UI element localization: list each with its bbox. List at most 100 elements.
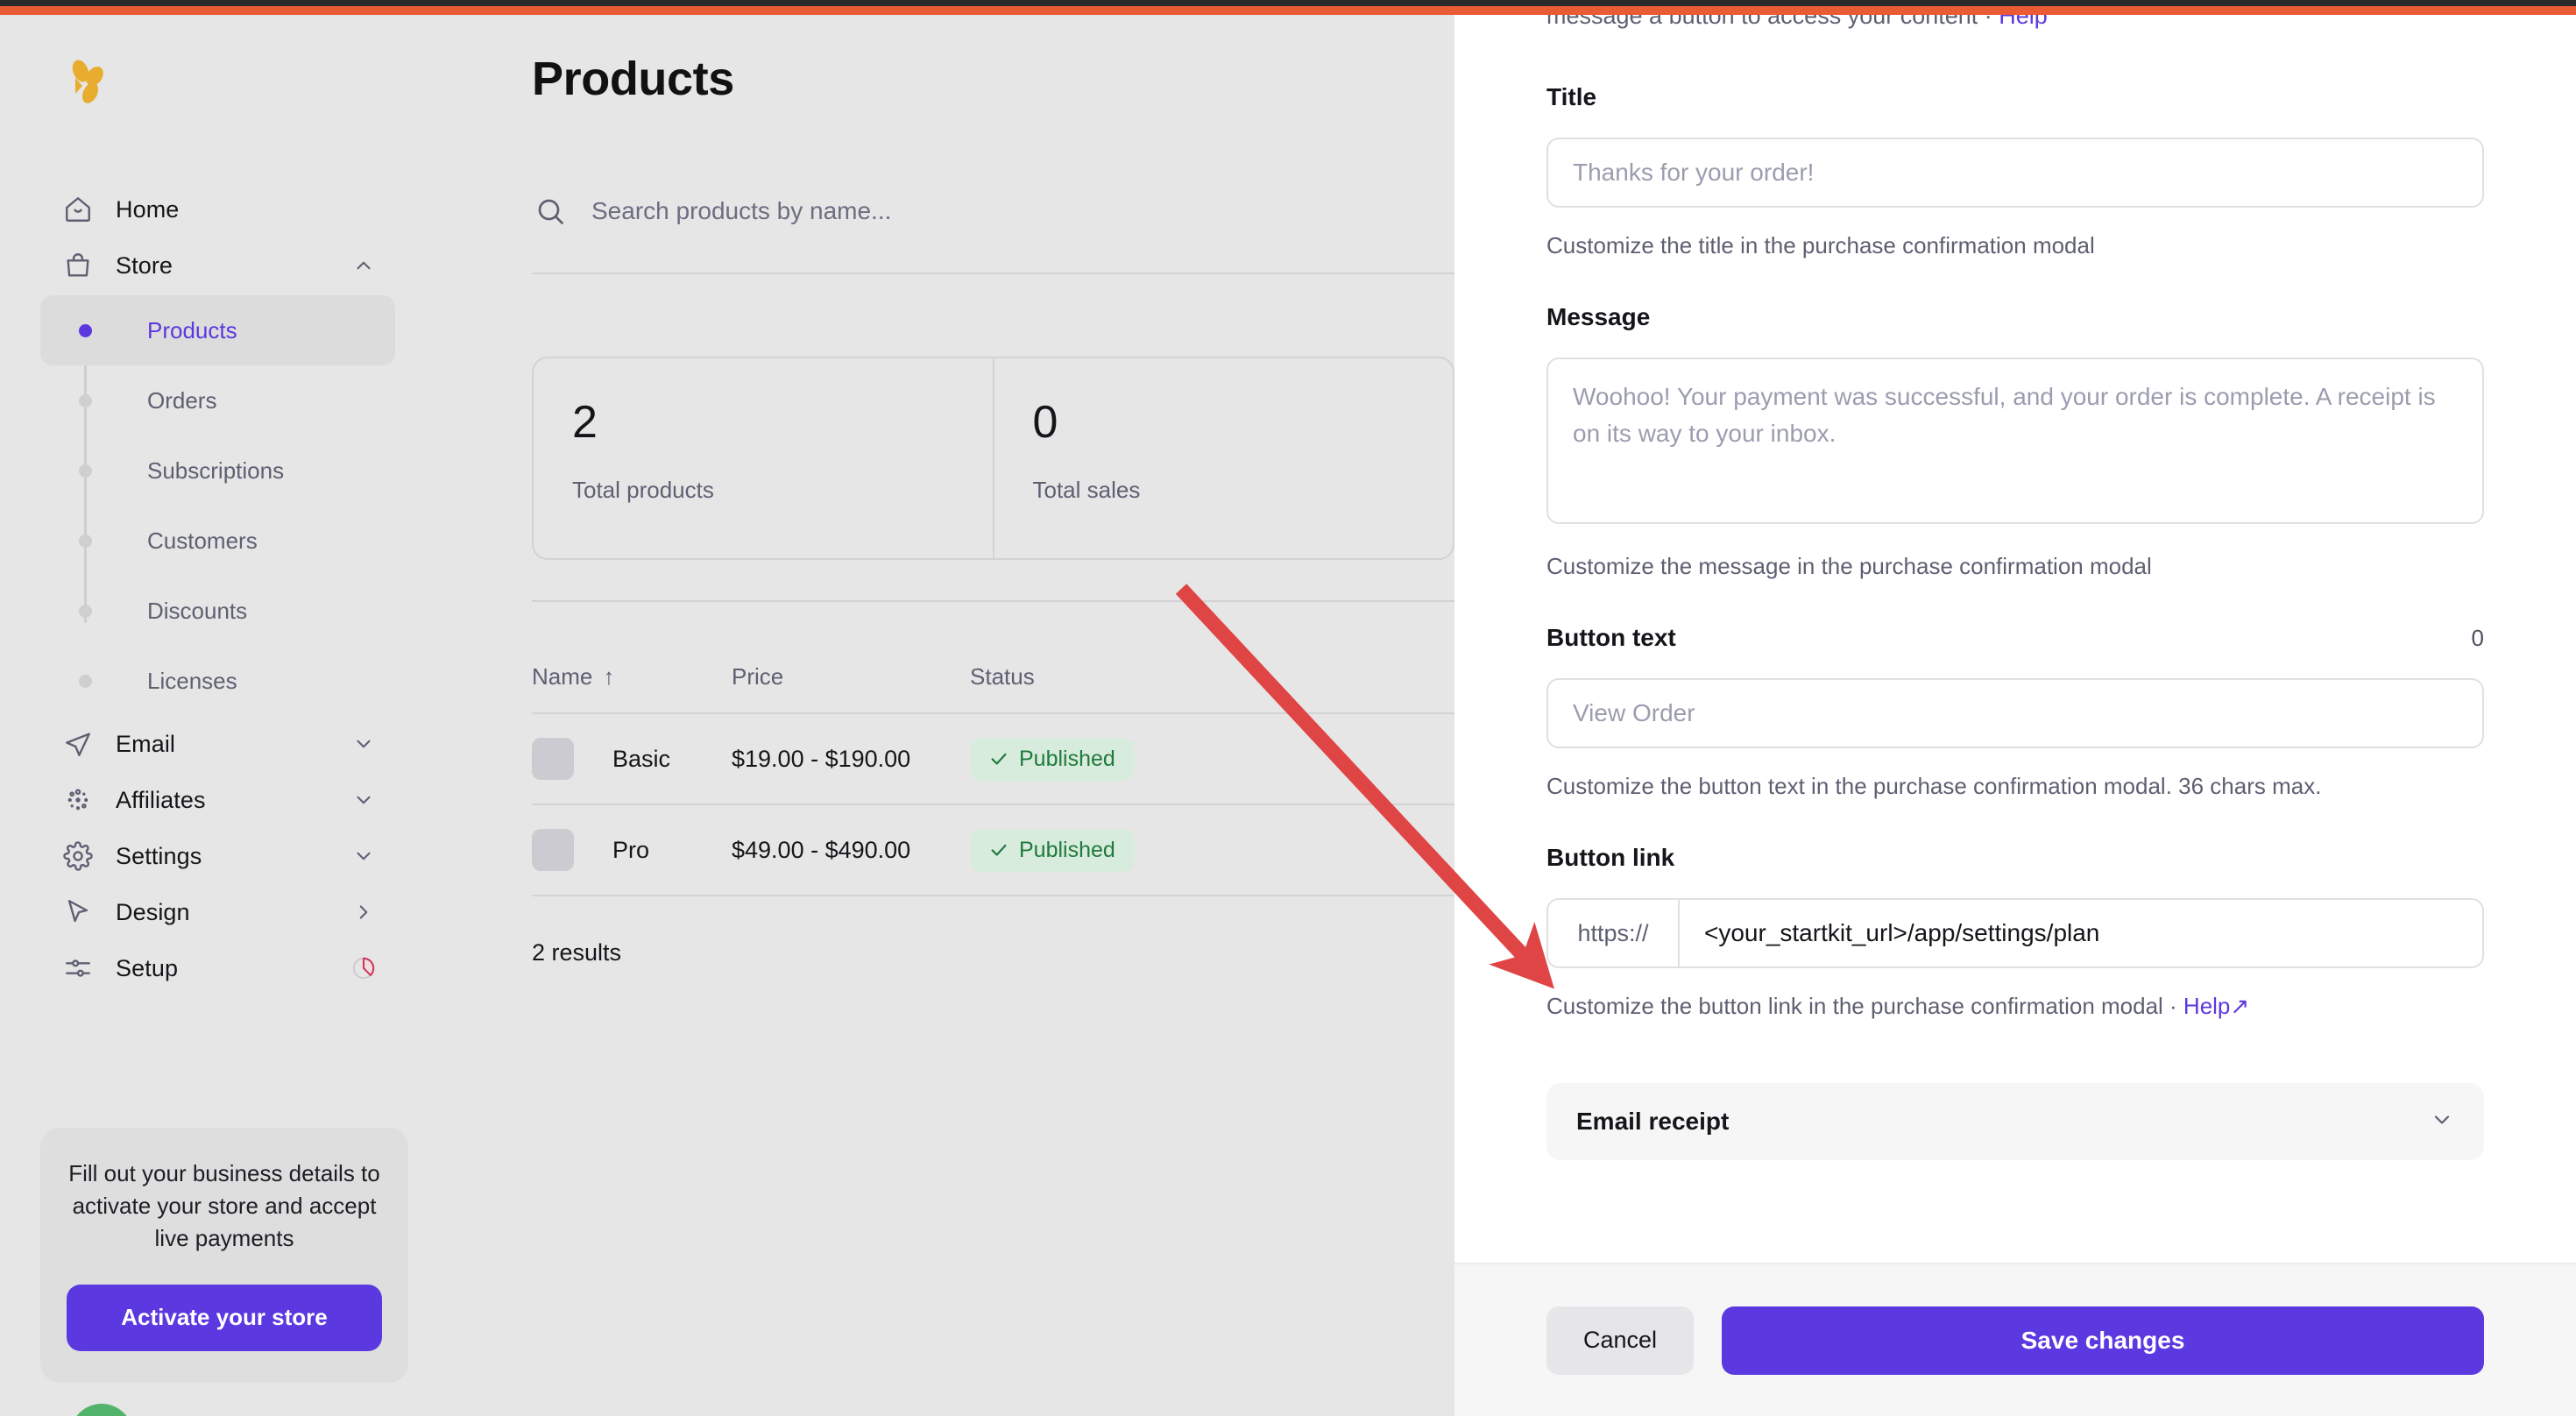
button-link-field-label: Button link — [1546, 844, 1674, 872]
message-field-help: Customize the message in the purchase co… — [1546, 553, 2484, 580]
message-textarea[interactable] — [1546, 358, 2484, 524]
column-header-name[interactable]: Name ↑ — [532, 663, 732, 690]
product-name: Pro — [612, 837, 649, 864]
button-link-input[interactable] — [1680, 900, 2482, 966]
gear-icon — [60, 838, 96, 874]
search-bar[interactable] — [532, 173, 1417, 250]
button-text-field-label: Button text — [1546, 624, 1676, 652]
column-header-status[interactable]: Status — [970, 663, 1454, 690]
sidebar-item-setup[interactable]: Setup — [40, 940, 395, 996]
message-field-head: Message — [1546, 303, 2484, 331]
button-text-field-head: Button text 0 — [1546, 624, 2484, 652]
sidebar-item-customers[interactable]: Customers — [40, 506, 395, 576]
button-link-field-group: Button link https:// Customize the butto… — [1546, 844, 2484, 1020]
sidebar-item-discounts[interactable]: Discounts — [40, 576, 395, 646]
table-row[interactable]: Basic $19.00 - $190.00 Published — [532, 714, 1454, 805]
sidebar: Home Store Pr — [0, 15, 435, 1416]
chevron-down-icon[interactable] — [351, 788, 376, 812]
sidebar-item-label: Settings — [116, 843, 202, 870]
table-row[interactable]: Pro $49.00 - $490.00 Published — [532, 805, 1454, 896]
chevron-down-icon[interactable] — [351, 732, 376, 756]
sidebar-item-home[interactable]: Home — [40, 181, 395, 237]
drawer-footer: Cancel Save changes — [1454, 1263, 2576, 1416]
avatar[interactable] — [70, 1404, 133, 1416]
bullet-dot-icon — [79, 464, 92, 478]
sidebar-item-orders[interactable]: Orders — [40, 365, 395, 435]
sidebar-item-label: Affiliates — [116, 787, 206, 814]
button-text-char-counter: 0 — [2472, 625, 2484, 652]
petal-logo[interactable] — [63, 57, 116, 110]
scrolled-help-note: message a button to access your content … — [1546, 15, 2423, 30]
sidebar-item-label: Email — [116, 731, 175, 758]
table-header: Name ↑ Price Status — [532, 641, 1454, 714]
column-label: Name — [532, 663, 592, 690]
chevron-right-icon[interactable] — [351, 900, 376, 924]
message-field-label: Message — [1546, 303, 1650, 331]
title-field-group: Title Customize the title in the purchas… — [1546, 83, 2484, 259]
home-icon — [60, 191, 96, 228]
email-receipt-accordion[interactable]: Email receipt — [1546, 1083, 2484, 1160]
button-link-field-help: Customize the button link in the purchas… — [1546, 993, 2484, 1020]
status-label: Published — [1019, 747, 1115, 772]
bullet-dot-icon — [79, 535, 92, 548]
sidebar-item-email[interactable]: Email — [40, 716, 395, 772]
shopping-bag-icon — [60, 247, 96, 284]
product-thumbnail — [532, 829, 574, 871]
title-input[interactable] — [1546, 138, 2484, 208]
sidebar-item-label: Orders — [147, 387, 216, 414]
status-label: Published — [1019, 838, 1115, 863]
sidebar-item-design[interactable]: Design — [40, 884, 395, 940]
sidebar-item-label: Store — [116, 252, 173, 280]
save-changes-button[interactable]: Save changes — [1722, 1306, 2484, 1375]
stats-cards: 2 Total products 0 Total sales — [532, 357, 1454, 560]
status-badge: Published — [970, 738, 1135, 781]
message-field-group: Message Customize the message in the pur… — [1546, 303, 2484, 580]
button-link-help-text: Customize the button link in the purchas… — [1546, 993, 2183, 1019]
chevron-down-icon[interactable] — [351, 844, 376, 868]
sidebar-item-label: Discounts — [147, 598, 247, 625]
help-link[interactable]: Help — [1999, 15, 2048, 29]
product-status-cell: Published — [970, 738, 1454, 781]
activate-store-text: Fill out your business details to activa… — [67, 1158, 382, 1255]
sidebar-item-store[interactable]: Store — [40, 237, 395, 294]
settings-drawer: message a button to access your content … — [1454, 15, 2576, 1416]
button-link-field-head: Button link — [1546, 844, 2484, 872]
chevron-up-icon[interactable] — [351, 253, 376, 278]
setup-progress-pie-icon — [351, 956, 376, 981]
divider — [532, 273, 1454, 274]
product-name-cell: Basic — [532, 738, 732, 780]
network-dots-icon — [60, 782, 96, 818]
stat-card-total-products: 2 Total products — [534, 358, 993, 558]
stat-label: Total products — [572, 477, 954, 504]
product-name-cell: Pro — [532, 829, 732, 871]
button-text-field-group: Button text 0 Customize the button text … — [1546, 624, 2484, 800]
status-badge: Published — [970, 829, 1135, 872]
bullet-dot-icon — [79, 605, 92, 618]
url-protocol-prefix: https:// — [1548, 900, 1680, 966]
stat-card-total-sales: 0 Total sales — [993, 358, 1454, 558]
paper-plane-icon — [60, 726, 96, 762]
sidebar-item-subscriptions[interactable]: Subscriptions — [40, 435, 395, 506]
help-link[interactable]: Help↗ — [2183, 993, 2249, 1019]
sidebar-item-settings[interactable]: Settings — [40, 828, 395, 884]
title-field-head: Title — [1546, 83, 2484, 111]
app-root: Home Store Pr — [0, 0, 2576, 1416]
cursor-arrow-icon — [60, 894, 96, 931]
bullet-dot-icon — [79, 324, 92, 337]
sidebar-item-label: Customers — [147, 527, 258, 555]
cancel-button[interactable]: Cancel — [1546, 1306, 1694, 1375]
browser-orange-bar — [0, 6, 2576, 15]
page-title: Products — [532, 52, 734, 106]
product-price: $49.00 - $490.00 — [732, 837, 970, 864]
sidebar-item-products[interactable]: Products — [40, 295, 395, 365]
sidebar-item-affiliates[interactable]: Affiliates — [40, 772, 395, 828]
activate-store-button[interactable]: Activate your store — [67, 1285, 382, 1351]
sidebar-item-label: Design — [116, 899, 190, 926]
sidebar-item-label: Licenses — [147, 668, 237, 695]
sliders-icon — [60, 950, 96, 987]
column-header-price[interactable]: Price — [732, 663, 970, 690]
search-input[interactable] — [591, 197, 1417, 225]
button-text-input[interactable] — [1546, 678, 2484, 748]
sidebar-item-licenses[interactable]: Licenses — [40, 646, 395, 716]
results-count: 2 results — [532, 939, 621, 966]
